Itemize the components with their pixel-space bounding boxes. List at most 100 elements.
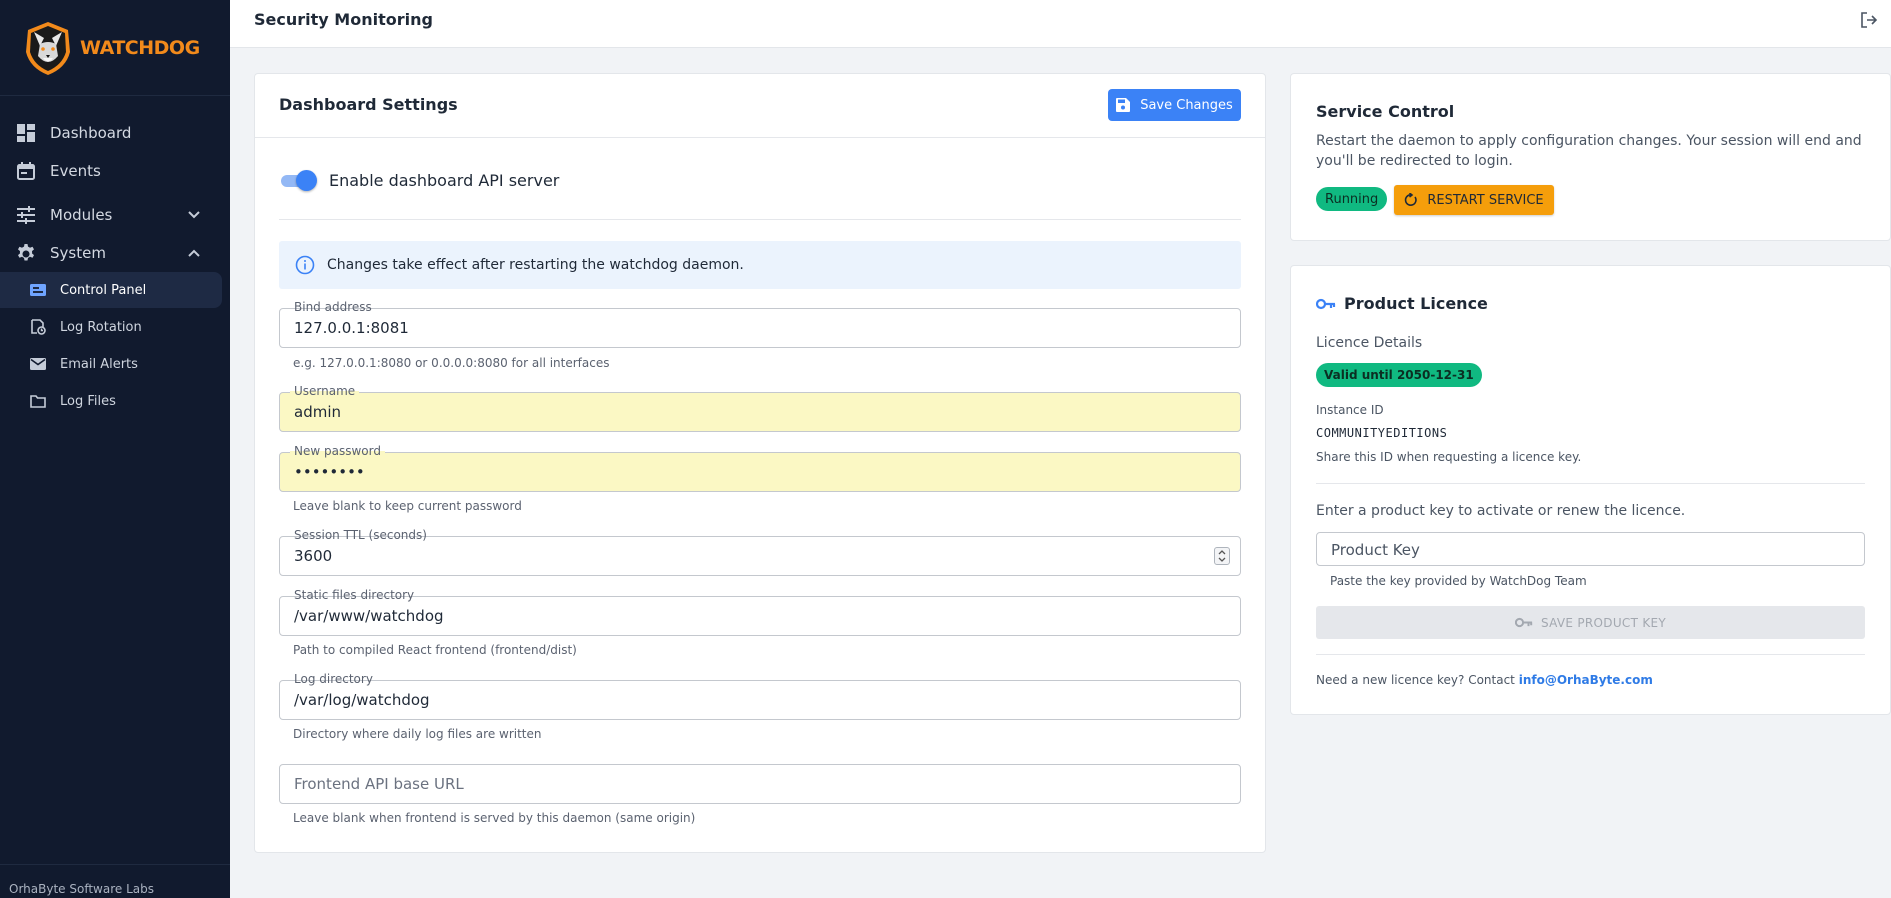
info-icon [295, 255, 315, 275]
instance-id-value: COMMUNITYEDITIONS [1316, 426, 1448, 440]
sidebar: WATCHDOG Dashboard Events Modules System… [0, 0, 230, 898]
card-title: Service Control [1316, 102, 1455, 121]
username-label: Username [290, 384, 360, 398]
dashboard-icon [16, 123, 36, 143]
key-icon [1316, 298, 1336, 309]
card-title: Product Licence [1344, 294, 1488, 313]
bind-address-label: Bind address [290, 300, 376, 314]
service-control-card: Service Control Restart the daemon to ap… [1290, 73, 1891, 241]
sidebar-item-label: System [50, 244, 106, 262]
session-ttl-label: Session TTL (seconds) [290, 528, 431, 542]
gear-icon [16, 243, 36, 263]
session-ttl-field: Session TTL (seconds) [279, 528, 1241, 576]
username-input[interactable] [294, 403, 1200, 421]
sidebar-item-control-panel[interactable]: Control Panel [0, 272, 222, 308]
sidebar-item-modules[interactable]: Modules [0, 196, 230, 234]
product-key-field [1316, 532, 1865, 566]
page-title: Security Monitoring [254, 10, 433, 29]
username-field: Username [279, 384, 1241, 432]
product-key-hint: Paste the key provided by WatchDog Team [1330, 574, 1587, 588]
log-directory-input[interactable] [294, 691, 1200, 709]
log-directory-field: Log directory [279, 672, 1241, 720]
sidebar-item-dashboard[interactable]: Dashboard [0, 114, 230, 152]
sidebar-item-label: Events [50, 162, 101, 180]
static-files-hint: Path to compiled React frontend (fronten… [293, 643, 577, 657]
log-directory-hint: Directory where daily log files are writ… [293, 727, 542, 741]
log-rotation-icon [30, 319, 46, 335]
licence-valid-badge: Valid until 2050-12-31 [1316, 363, 1482, 387]
activate-text: Enter a product key to activate or renew… [1316, 503, 1686, 519]
sidebar-item-label: Modules [50, 206, 113, 224]
save-icon [1116, 98, 1131, 112]
api-base-url-field [279, 764, 1241, 804]
save-product-key-label: SAVE PRODUCT KEY [1540, 615, 1667, 630]
service-description: Restart the daemon to apply configuratio… [1316, 133, 1862, 169]
stepper-arrows-icon [1218, 550, 1226, 562]
api-server-toggle[interactable] [279, 170, 317, 191]
sidebar-item-label: Control Panel [60, 282, 147, 298]
info-alert-text: Changes take effect after restarting the… [327, 257, 744, 273]
restart-icon [1405, 193, 1418, 206]
instance-id-hint: Share this ID when requesting a licence … [1316, 450, 1582, 464]
divider [1316, 483, 1865, 484]
chevron-up-icon [188, 249, 200, 257]
card-header: Dashboard Settings Save Changes [255, 74, 1265, 138]
sidebar-item-system[interactable]: System [0, 234, 230, 272]
password-input[interactable] [294, 463, 1200, 481]
sidebar-item-label: Email Alerts [60, 356, 138, 372]
static-files-label: Static files directory [290, 588, 419, 602]
sidebar-nav: Dashboard Events Modules System Control … [0, 96, 230, 419]
status-badge: Running [1316, 187, 1388, 211]
api-base-url-input[interactable] [294, 775, 1200, 793]
product-key-input[interactable] [1331, 541, 1854, 559]
key-icon [1514, 617, 1533, 628]
info-alert: Changes take effect after restarting the… [279, 241, 1241, 289]
sidebar-item-log-files[interactable]: Log Files [0, 383, 222, 419]
sidebar-item-label: Log Rotation [60, 319, 142, 335]
api-base-url-hint: Leave blank when frontend is served by t… [293, 811, 696, 825]
sidebar-item-label: Dashboard [50, 124, 132, 142]
password-label: New password [290, 444, 385, 458]
password-hint: Leave blank to keep current password [293, 499, 522, 513]
divider [279, 219, 1241, 220]
licence-details-label: Licence Details [1316, 335, 1423, 351]
api-server-toggle-row: Enable dashboard API server [279, 170, 560, 191]
save-changes-button[interactable]: Save Changes [1108, 89, 1241, 121]
dashboard-settings-card: Dashboard Settings Save Changes Enable d… [254, 73, 1266, 853]
save-product-key-button[interactable]: SAVE PRODUCT KEY [1316, 606, 1865, 639]
contact-prefix: Need a new licence key? Contact [1316, 673, 1519, 687]
mail-icon [30, 356, 46, 372]
top-bar: Security Monitoring [230, 0, 1891, 48]
number-stepper[interactable] [1214, 547, 1230, 565]
password-field: New password [279, 444, 1241, 492]
calendar-icon [16, 161, 36, 181]
product-licence-card: Product Licence Licence Details Valid un… [1290, 265, 1891, 715]
divider [1316, 654, 1865, 655]
sliders-icon [16, 205, 36, 225]
sidebar-item-events[interactable]: Events [0, 152, 230, 190]
api-server-toggle-label: Enable dashboard API server [329, 170, 560, 190]
sidebar-item-label: Log Files [60, 393, 116, 409]
restart-service-label: RESTART SERVICE [1427, 192, 1544, 208]
brand-logo[interactable]: WATCHDOG [0, 0, 230, 96]
contact-email-link[interactable]: info@OrhaByte.com [1519, 673, 1653, 687]
wolf-logo-icon [26, 21, 70, 75]
bind-address-hint: e.g. 127.0.0.1:8080 or 0.0.0.0:8080 for … [293, 356, 610, 370]
save-changes-label: Save Changes [1140, 97, 1233, 113]
sidebar-item-email-alerts[interactable]: Email Alerts [0, 346, 222, 382]
instance-id-label: Instance ID [1316, 403, 1384, 417]
bind-address-input[interactable] [294, 319, 1200, 337]
logout-icon[interactable] [1859, 10, 1879, 30]
log-directory-label: Log directory [290, 672, 377, 686]
session-ttl-input[interactable] [294, 547, 1200, 565]
folder-icon [30, 393, 46, 409]
contact-text: Need a new licence key? Contact info@Orh… [1316, 673, 1653, 687]
restart-service-button[interactable]: RESTART SERVICE [1394, 185, 1554, 215]
sidebar-footer: OrhaByte Software Labs [0, 864, 230, 898]
logo-text: WATCHDOG [80, 36, 200, 59]
control-panel-icon [30, 282, 46, 298]
static-files-input[interactable] [294, 607, 1200, 625]
card-title: Dashboard Settings [279, 95, 458, 114]
sidebar-item-log-rotation[interactable]: Log Rotation [0, 309, 222, 345]
static-files-field: Static files directory [279, 588, 1241, 636]
